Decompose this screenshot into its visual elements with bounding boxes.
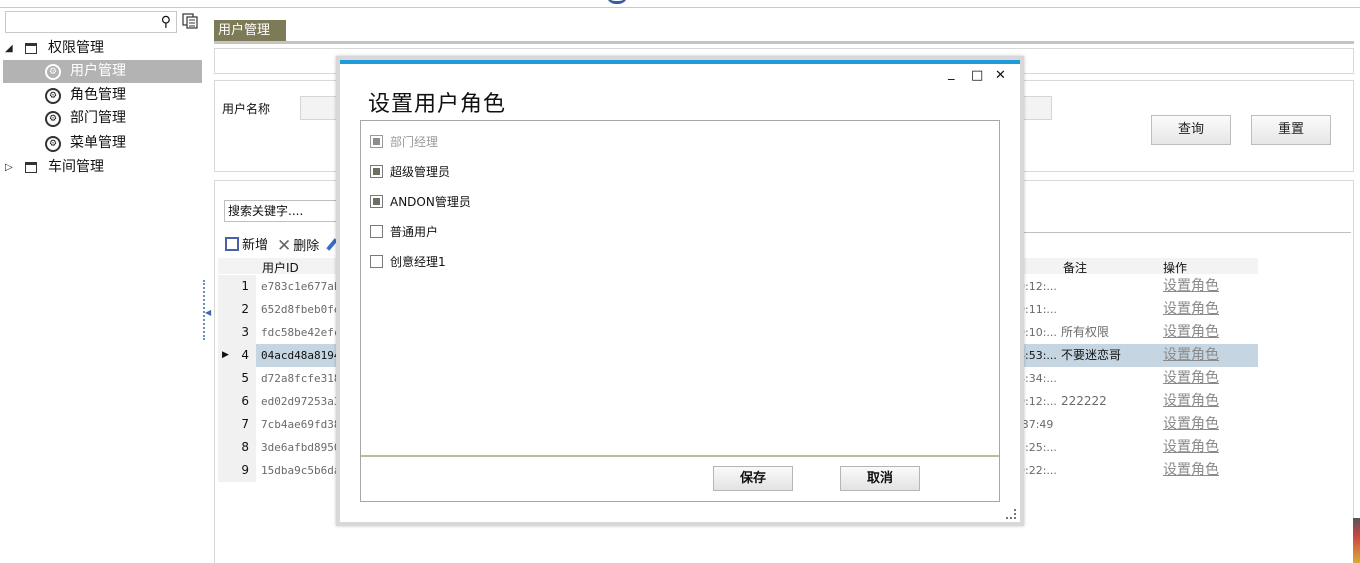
tree-node-user-management[interactable]: ⚙ 用户管理 bbox=[3, 60, 202, 83]
row-number: 3 bbox=[218, 321, 256, 344]
resize-grip-icon[interactable] bbox=[1006, 509, 1016, 519]
edit-button[interactable] bbox=[326, 236, 338, 256]
cell-user-id: 7cb4ae69fd3849 bbox=[261, 418, 341, 431]
gear-icon: ⚙ bbox=[45, 88, 61, 104]
close-icon: ✕ bbox=[277, 236, 292, 256]
cell-user-id: 3de6afbd89504 bbox=[261, 441, 341, 454]
search-icon[interactable]: ⚲ bbox=[161, 14, 171, 30]
tree-node-label: 部门管理 bbox=[70, 110, 126, 126]
save-button[interactable]: 保存 bbox=[713, 466, 793, 491]
collapsed-arrow-icon[interactable]: ▷ bbox=[5, 156, 13, 179]
cancel-button[interactable]: 取消 bbox=[840, 466, 920, 491]
set-role-link[interactable]: 设置角色 bbox=[1163, 436, 1219, 459]
tab-user-management[interactable]: 用户管理 bbox=[214, 20, 286, 42]
checkbox[interactable] bbox=[370, 255, 383, 268]
cell-user-id: 15dba9c5b6da4 bbox=[261, 464, 341, 477]
minimize-button[interactable]: _ bbox=[948, 66, 955, 81]
tree-node-role-management[interactable]: ⚙ 角色管理 bbox=[0, 84, 206, 107]
add-label: 新增 bbox=[242, 238, 269, 253]
checkbox[interactable] bbox=[370, 195, 383, 208]
column-header-operation[interactable]: 操作 bbox=[1163, 259, 1187, 275]
tab-underline bbox=[214, 41, 1354, 44]
checkbox[interactable] bbox=[370, 165, 383, 178]
set-role-link[interactable]: 设置角色 bbox=[1163, 298, 1219, 321]
cell-remark: 所有权限 bbox=[1061, 325, 1110, 339]
dialog-accent-bar bbox=[340, 60, 1020, 64]
dialog-footer-divider bbox=[361, 455, 999, 457]
expanded-arrow-icon[interactable]: ◢ bbox=[5, 37, 13, 60]
checkbox[interactable] bbox=[370, 225, 383, 238]
tree-node-label: 权限管理 bbox=[48, 40, 104, 56]
sidebar: ⚲ ◢ 权限管理 ⚙ 用户管理 ⚙ 角色管理 ⚙ 部门管理 ⚙ 菜单管理 ▷ 车… bbox=[0, 8, 206, 563]
set-role-link[interactable]: 设置角色 bbox=[1163, 367, 1219, 390]
role-label: 普通用户 bbox=[390, 225, 439, 239]
cell-user-id: 04acd48a81944 bbox=[261, 349, 341, 362]
row-number: 5 bbox=[218, 367, 256, 390]
tree-node-workshop[interactable]: ▷ 车间管理 bbox=[0, 156, 206, 179]
logo-icon bbox=[606, 0, 628, 4]
folder-icon bbox=[25, 162, 37, 173]
cell-user-id: 652d8fbeb0fe40 bbox=[261, 303, 341, 316]
gear-icon: ⚙ bbox=[45, 64, 61, 80]
folder-icon bbox=[25, 43, 37, 54]
add-button[interactable]: 新增 bbox=[225, 236, 268, 256]
collapse-left-icon[interactable]: ◀ bbox=[205, 308, 211, 317]
row-number: 9 bbox=[218, 459, 256, 482]
row-number: 6 bbox=[218, 390, 256, 413]
panel-splitter[interactable]: ◀ bbox=[203, 280, 211, 340]
role-label: 部门经理 bbox=[390, 135, 439, 149]
cell-user-id: ed02d97253a34 bbox=[261, 395, 341, 408]
set-role-link[interactable]: 设置角色 bbox=[1163, 321, 1219, 344]
cell-user-id: fdc58be42efc42 bbox=[261, 326, 341, 339]
set-role-link[interactable]: 设置角色 bbox=[1163, 459, 1219, 482]
set-role-link[interactable]: 设置角色 bbox=[1163, 344, 1219, 367]
gear-icon: ⚙ bbox=[45, 136, 61, 152]
set-role-link[interactable]: 设置角色 bbox=[1163, 390, 1219, 413]
checkbox[interactable] bbox=[370, 135, 383, 148]
row-number: 8 bbox=[218, 436, 256, 459]
tree-node-label: 角色管理 bbox=[70, 87, 126, 103]
delete-button[interactable]: ✕ 删除 bbox=[277, 236, 319, 257]
edge-indicator bbox=[1353, 518, 1360, 563]
column-header-user-id[interactable]: 用户ID bbox=[262, 259, 299, 275]
tree-node-department-management[interactable]: ⚙ 部门管理 bbox=[0, 107, 206, 130]
cell-user-id: e783c1e677ab4 bbox=[261, 280, 341, 293]
tree-node-label: 用户管理 bbox=[70, 63, 126, 79]
keyword-search-input[interactable]: 搜索关键字.... bbox=[224, 200, 344, 222]
cell-user-id: d72a8fcfe31841 bbox=[261, 372, 341, 385]
copy-icon[interactable] bbox=[182, 13, 198, 29]
divider bbox=[1017, 232, 1351, 233]
delete-label: 删除 bbox=[293, 239, 320, 254]
row-number: 2 bbox=[218, 298, 256, 321]
cell-remark: 222222 bbox=[1061, 394, 1107, 408]
tree-search-input[interactable] bbox=[6, 12, 154, 32]
close-button[interactable]: ✕ bbox=[995, 68, 1006, 83]
save-icon bbox=[225, 237, 239, 251]
maximize-button[interactable]: □ bbox=[971, 68, 983, 83]
column-header-remark[interactable]: 备注 bbox=[1063, 259, 1087, 275]
tree-node-label: 菜单管理 bbox=[70, 135, 126, 151]
user-name-label: 用户名称 bbox=[222, 102, 271, 116]
role-label: 创意经理1 bbox=[390, 255, 446, 269]
query-button[interactable]: 查询 bbox=[1151, 115, 1231, 145]
tree-node-menu-management[interactable]: ⚙ 菜单管理 bbox=[0, 132, 206, 155]
row-number: 1 bbox=[218, 275, 256, 298]
role-label: 超级管理员 bbox=[390, 165, 451, 179]
role-label: ANDON管理员 bbox=[390, 195, 471, 209]
gear-icon: ⚙ bbox=[45, 111, 61, 127]
cell-remark: 不要迷恋哥 bbox=[1061, 348, 1122, 362]
top-header-strip bbox=[0, 0, 1360, 8]
set-user-role-dialog: 设置用户角色 _ □ ✕ 部门经理 超级管理员 ANDON管理员 普通用户 创意… bbox=[336, 56, 1024, 526]
role-list-panel: 部门经理 超级管理员 ANDON管理员 普通用户 创意经理1 保存 取消 bbox=[360, 120, 1000, 502]
tree-node-permission[interactable]: ◢ 权限管理 bbox=[0, 37, 206, 60]
dialog-title: 设置用户角色 bbox=[368, 92, 507, 117]
row-number: 7 bbox=[218, 413, 256, 436]
current-row-indicator-icon: ▶ bbox=[222, 350, 229, 360]
set-role-link[interactable]: 设置角色 bbox=[1163, 275, 1219, 298]
tree-node-label: 车间管理 bbox=[48, 159, 104, 175]
set-role-link[interactable]: 设置角色 bbox=[1163, 413, 1219, 436]
tree-search-box[interactable]: ⚲ bbox=[5, 11, 177, 33]
reset-button[interactable]: 重置 bbox=[1251, 115, 1331, 145]
